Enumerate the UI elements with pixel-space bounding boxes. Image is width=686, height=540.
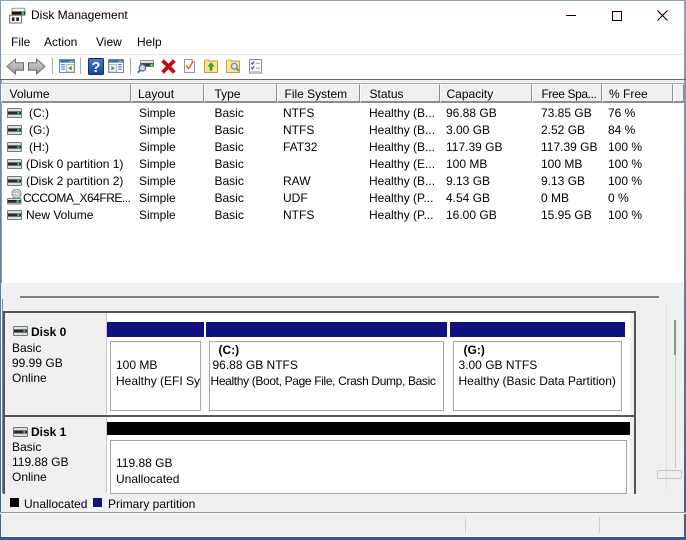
svg-text:?: ? [91, 58, 100, 74]
